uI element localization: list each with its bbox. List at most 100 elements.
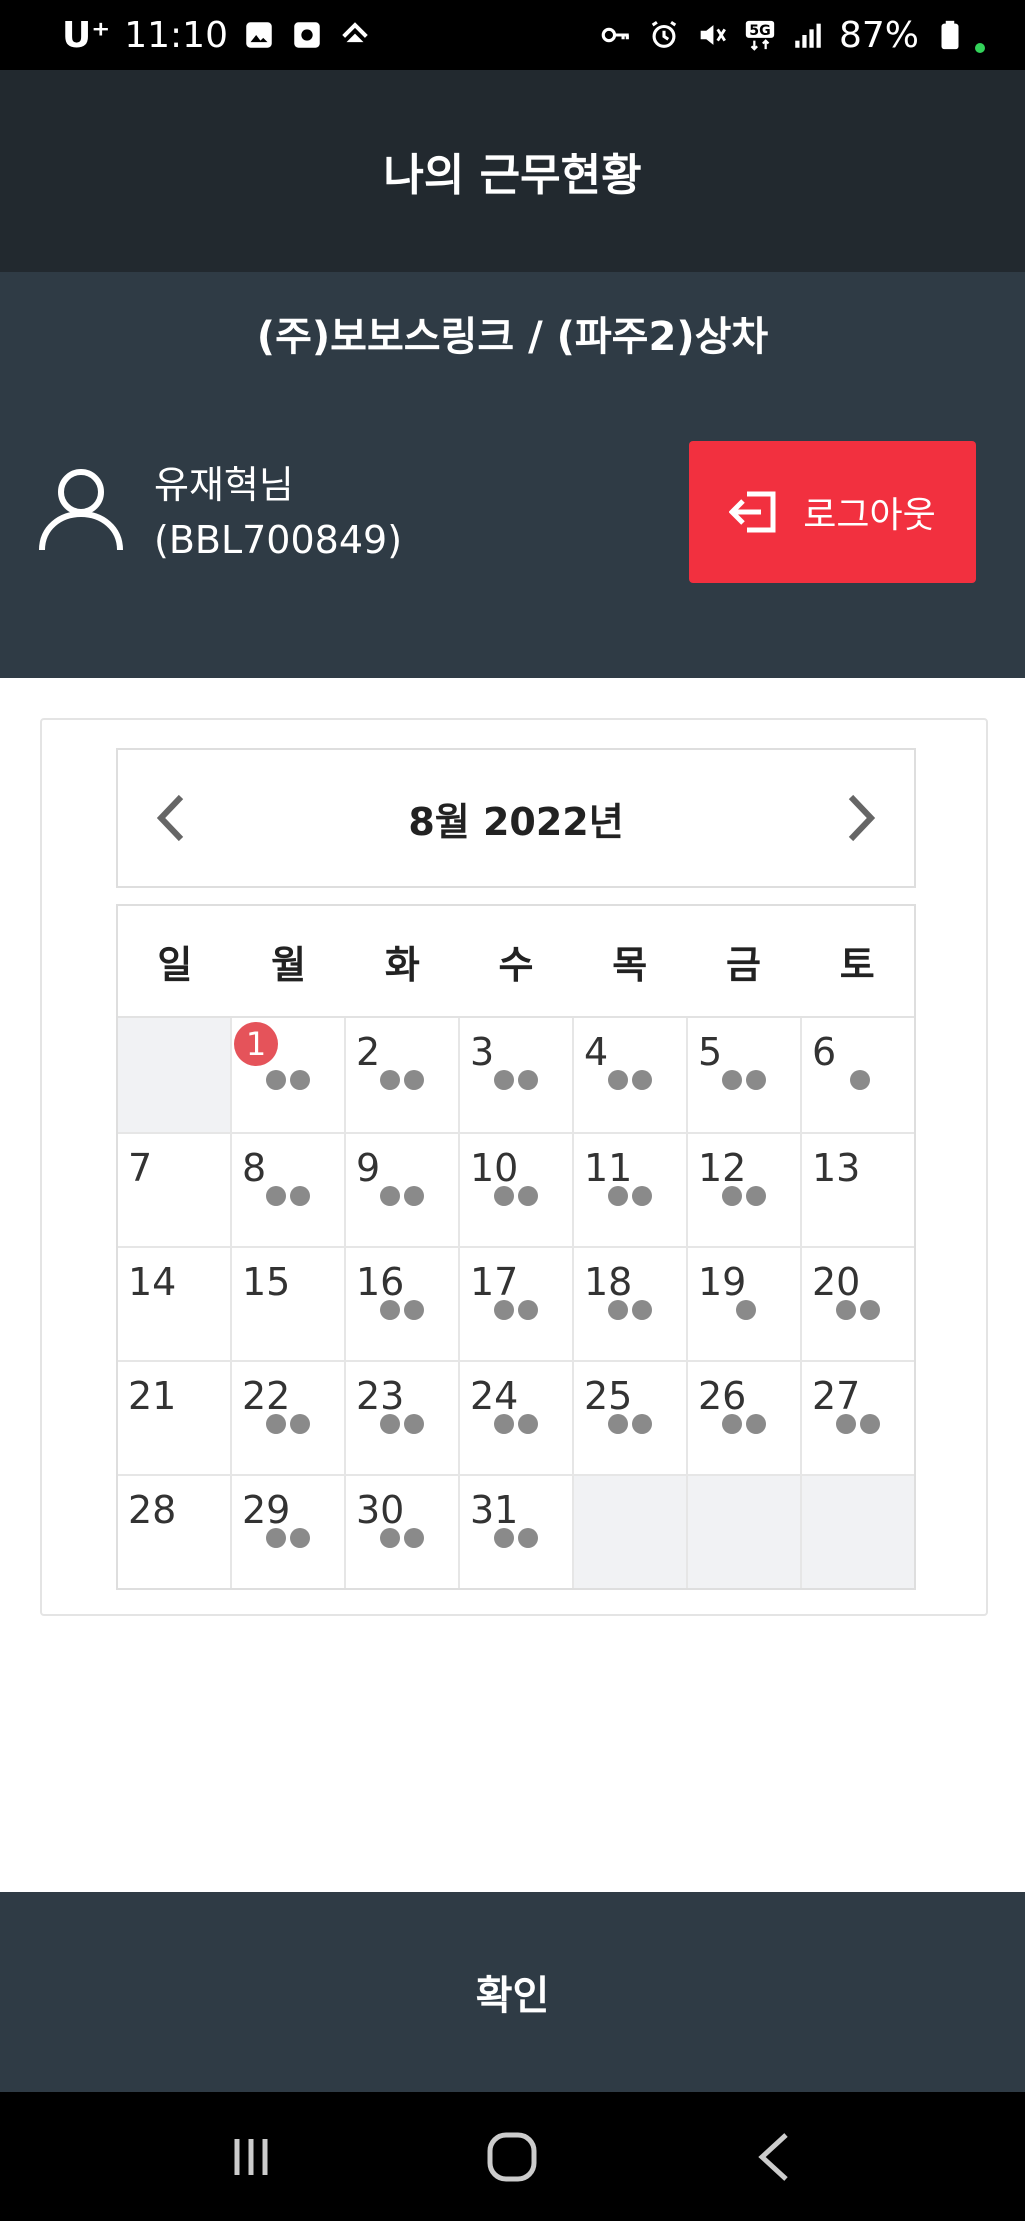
day-number: 7: [128, 1146, 153, 1190]
user-id: (BBL700849): [154, 518, 403, 562]
attendance-dot: [860, 1300, 880, 1320]
attendance-dots: [380, 1300, 424, 1320]
day-number: 5: [698, 1030, 723, 1074]
day-number: 18: [584, 1260, 633, 1304]
svg-text:5G: 5G: [749, 23, 770, 39]
status-bar: U⁺ 11:10 5G 87%: [0, 0, 1025, 70]
day-cell[interactable]: 21: [118, 1362, 232, 1474]
day-cell[interactable]: 24: [460, 1362, 574, 1474]
attendance-dot: [290, 1070, 310, 1090]
day-cell[interactable]: 10: [460, 1134, 574, 1246]
attendance-dot: [494, 1300, 514, 1320]
attendance-dot: [380, 1070, 400, 1090]
calendar-grid: 일 월 화 수 목 금 토 1 2 3 4 5 6 7 8 9 10 11 12 13 14 15 16 17 1…: [116, 904, 916, 1590]
day-cell[interactable]: 26: [688, 1362, 802, 1474]
attendance-dot: [290, 1528, 310, 1548]
day-cell[interactable]: 25: [574, 1362, 688, 1474]
attendance-dot: [608, 1414, 628, 1434]
day-number: 2: [356, 1030, 381, 1074]
app-header: 나의 근무현황: [0, 70, 1025, 272]
mute-icon: [700, 25, 726, 45]
attendance-dot: [380, 1186, 400, 1206]
day-cell[interactable]: 28: [118, 1476, 232, 1588]
chevron-right-icon: [848, 794, 876, 842]
day-cell[interactable]: 30: [346, 1476, 460, 1588]
day-cell[interactable]: 17: [460, 1248, 574, 1360]
app-notification-icon: [342, 22, 368, 43]
day-cell[interactable]: 14: [118, 1248, 232, 1360]
weekday-sun: 일: [157, 942, 193, 987]
attendance-dot: [494, 1414, 514, 1434]
next-month-button[interactable]: [840, 790, 884, 846]
attendance-dots: [722, 1186, 766, 1206]
day-cell[interactable]: 16: [346, 1248, 460, 1360]
weekday-row: 일 월 화 수 목 금 토: [118, 906, 914, 1018]
day-cell[interactable]: 29: [232, 1476, 346, 1588]
day-cell[interactable]: 5: [688, 1018, 802, 1132]
attendance-dot: [404, 1528, 424, 1548]
back-button[interactable]: [734, 2117, 814, 2197]
day-number: 27: [812, 1374, 861, 1418]
today-badge: 1: [234, 1022, 278, 1066]
day-cell[interactable]: 31: [460, 1476, 574, 1588]
day-cell[interactable]: 8: [232, 1134, 346, 1246]
battery-percent: 87%: [838, 14, 919, 56]
home-button[interactable]: [472, 2117, 552, 2197]
day-cell[interactable]: 22: [232, 1362, 346, 1474]
weekday-wed: 수: [498, 942, 534, 987]
day-cell[interactable]: 2: [346, 1018, 460, 1132]
attendance-dot: [860, 1414, 880, 1434]
5g-icon: 5G: [745, 20, 775, 51]
day-cell[interactable]: 3: [460, 1018, 574, 1132]
day-cell[interactable]: 27: [802, 1362, 914, 1474]
attendance-dot: [632, 1186, 652, 1206]
attendance-dot: [404, 1070, 424, 1090]
day-cell[interactable]: 18: [574, 1248, 688, 1360]
prev-month-button[interactable]: [148, 790, 192, 846]
day-cell[interactable]: 20: [802, 1248, 914, 1360]
day-cell[interactable]: 13: [802, 1134, 914, 1246]
day-number: 11: [584, 1146, 633, 1190]
day-cell[interactable]: 11: [574, 1134, 688, 1246]
attendance-dot: [290, 1186, 310, 1206]
day-number: 14: [128, 1260, 177, 1304]
day-number: 16: [356, 1260, 405, 1304]
status-time: 11:10: [124, 14, 228, 56]
day-cell[interactable]: 15: [232, 1248, 346, 1360]
attendance-dot: [836, 1300, 856, 1320]
day-cell[interactable]: 23: [346, 1362, 460, 1474]
day-cell[interactable]: 12: [688, 1134, 802, 1246]
record-icon: [294, 22, 320, 48]
user-name: 유재혁님: [154, 463, 294, 507]
day-cell[interactable]: 6: [802, 1018, 914, 1132]
day-number: 10: [470, 1146, 519, 1190]
attendance-dots: [608, 1300, 652, 1320]
attendance-dot: [850, 1070, 870, 1090]
day-cell[interactable]: 9: [346, 1134, 460, 1246]
logout-button[interactable]: 로그아웃: [689, 441, 976, 583]
confirm-button[interactable]: 확인: [0, 1892, 1025, 2092]
attendance-dot: [722, 1186, 742, 1206]
day-cell-empty: [802, 1476, 914, 1588]
attendance-dot: [518, 1070, 538, 1090]
day-cell[interactable]: 1: [232, 1018, 346, 1132]
day-cell[interactable]: 4: [574, 1018, 688, 1132]
day-number: 17: [470, 1260, 519, 1304]
battery-icon: [941, 20, 959, 50]
attendance-dot: [518, 1186, 538, 1206]
weekday-fri: 금: [725, 942, 761, 987]
system-nav-bar: [0, 2092, 1025, 2221]
attendance-dot: [608, 1070, 628, 1090]
day-number: 4: [584, 1030, 609, 1074]
attendance-dot: [404, 1300, 424, 1320]
attendance-dot: [404, 1186, 424, 1206]
day-cell[interactable]: 7: [118, 1134, 232, 1246]
day-number: 31: [470, 1488, 519, 1532]
week-row: 28 29 30 31: [118, 1474, 914, 1588]
carrier-label: U⁺: [62, 14, 111, 56]
day-cell[interactable]: 19: [688, 1248, 802, 1360]
recent-apps-button[interactable]: [211, 2117, 291, 2197]
attendance-dot: [404, 1414, 424, 1434]
privacy-indicator-dot: [975, 43, 985, 53]
attendance-dot: [722, 1414, 742, 1434]
